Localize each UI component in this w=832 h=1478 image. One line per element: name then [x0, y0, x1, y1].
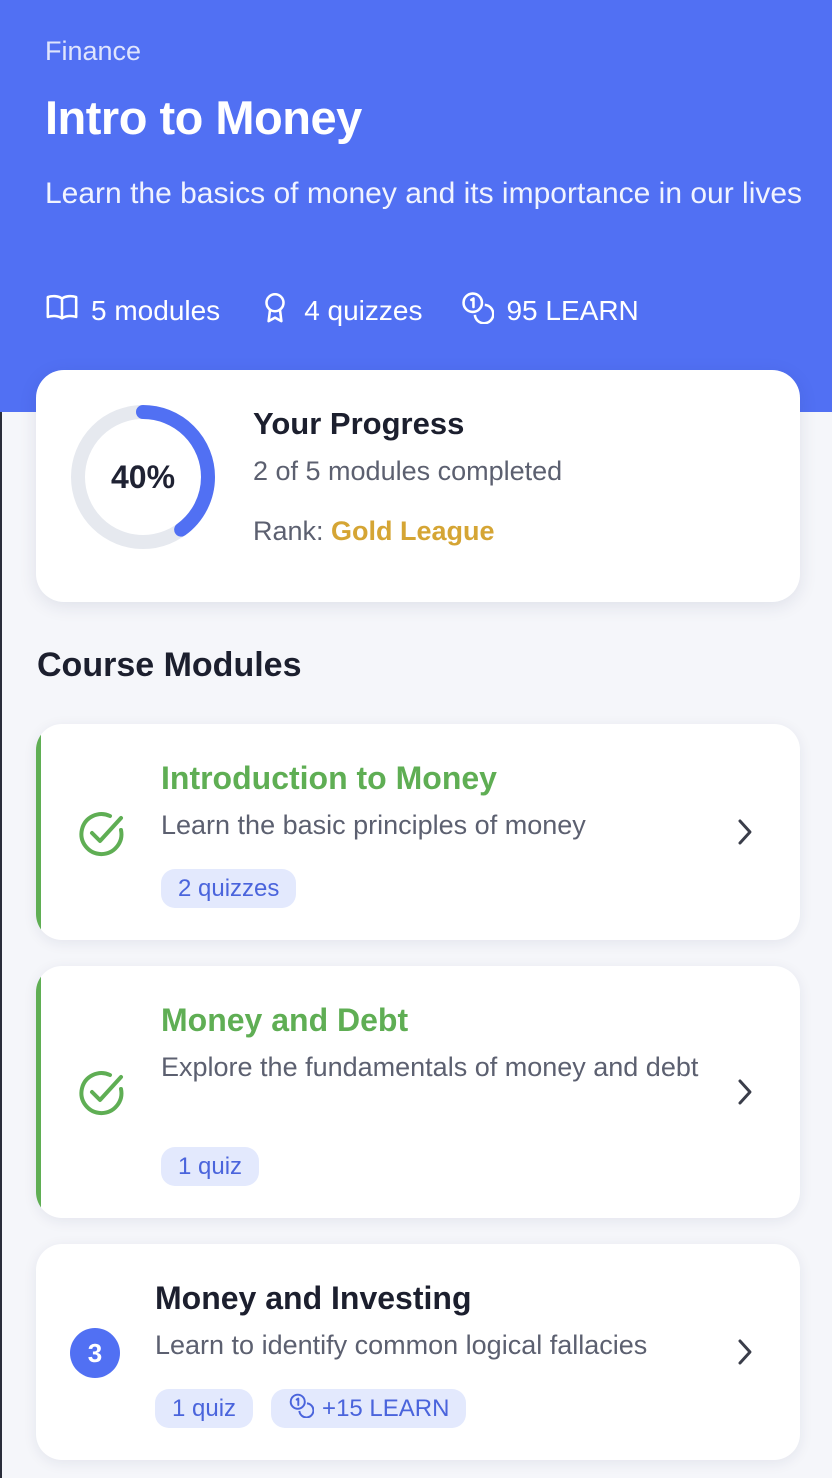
book-icon: [45, 290, 79, 331]
step-number-badge: 3: [70, 1328, 120, 1378]
module-title: Money and Debt: [161, 1002, 409, 1038]
module-title: Introduction to Money: [161, 760, 497, 796]
tag-quizzes: 1 quiz: [161, 1147, 260, 1186]
module-title: Money and Investing: [155, 1280, 472, 1316]
progress-percent: 40%: [110, 458, 176, 495]
award-icon: [258, 290, 292, 331]
module-tags: 1 quiz: [161, 1147, 260, 1186]
progress-card: 40% Your Progress 2 of 5 modules complet…: [36, 370, 800, 602]
rank-value: Gold League: [331, 516, 495, 546]
tag-quizzes: 2 quizzes: [161, 869, 297, 908]
module-tags: 1 quiz +15 LEARN: [155, 1389, 467, 1428]
module-card-1[interactable]: Introduction to Money Learn the basic pr…: [36, 724, 800, 940]
section-title: Course Modules: [37, 646, 302, 684]
stat-quizzes: 4 quizzes: [258, 290, 422, 331]
module-description: Learn the basic principles of money: [161, 810, 586, 840]
stat-modules-label: 5 modules: [91, 294, 221, 326]
course-stats: 5 modules 4 quizzes 95 LEARN: [45, 290, 639, 331]
tag-quizzes: 1 quiz: [155, 1389, 254, 1428]
progress-title: Your Progress: [253, 406, 465, 441]
stat-reward-label: 95 LEARN: [506, 294, 639, 326]
rank-line: Rank: Gold League: [253, 516, 495, 547]
stat-modules: 5 modules: [45, 290, 220, 331]
coins-icon: [288, 1392, 315, 1425]
course-subtitle: Learn the basics of money and its import…: [45, 177, 803, 210]
tag-reward: +15 LEARN: [271, 1389, 467, 1428]
chevron-right-icon[interactable]: [734, 817, 756, 847]
coins-icon: [460, 290, 495, 331]
module-card-2[interactable]: Money and Debt Explore the fundamentals …: [36, 966, 800, 1218]
module-tags: 2 quizzes: [161, 869, 297, 908]
chevron-right-icon[interactable]: [734, 1077, 756, 1107]
stat-reward: 95 LEARN: [460, 290, 639, 331]
progress-subtitle: 2 of 5 modules completed: [253, 456, 563, 486]
module-card-3[interactable]: 3 Money and Investing Learn to identify …: [36, 1244, 800, 1460]
check-circle-icon: [76, 1067, 128, 1119]
tag-reward-label: +15 LEARN: [322, 1394, 450, 1422]
rank-label: Rank:: [253, 516, 332, 546]
module-description: Learn to identify common logical fallaci…: [155, 1330, 648, 1360]
check-circle-icon: [76, 808, 128, 860]
course-header: Finance Intro to Money Learn the basics …: [0, 0, 832, 412]
course-title: Intro to Money: [45, 91, 362, 144]
course-category: Finance: [45, 36, 142, 66]
module-description: Explore the fundamentals of money and de…: [161, 1052, 699, 1082]
stat-quizzes-label: 4 quizzes: [304, 294, 423, 326]
chevron-right-icon[interactable]: [734, 1337, 756, 1367]
